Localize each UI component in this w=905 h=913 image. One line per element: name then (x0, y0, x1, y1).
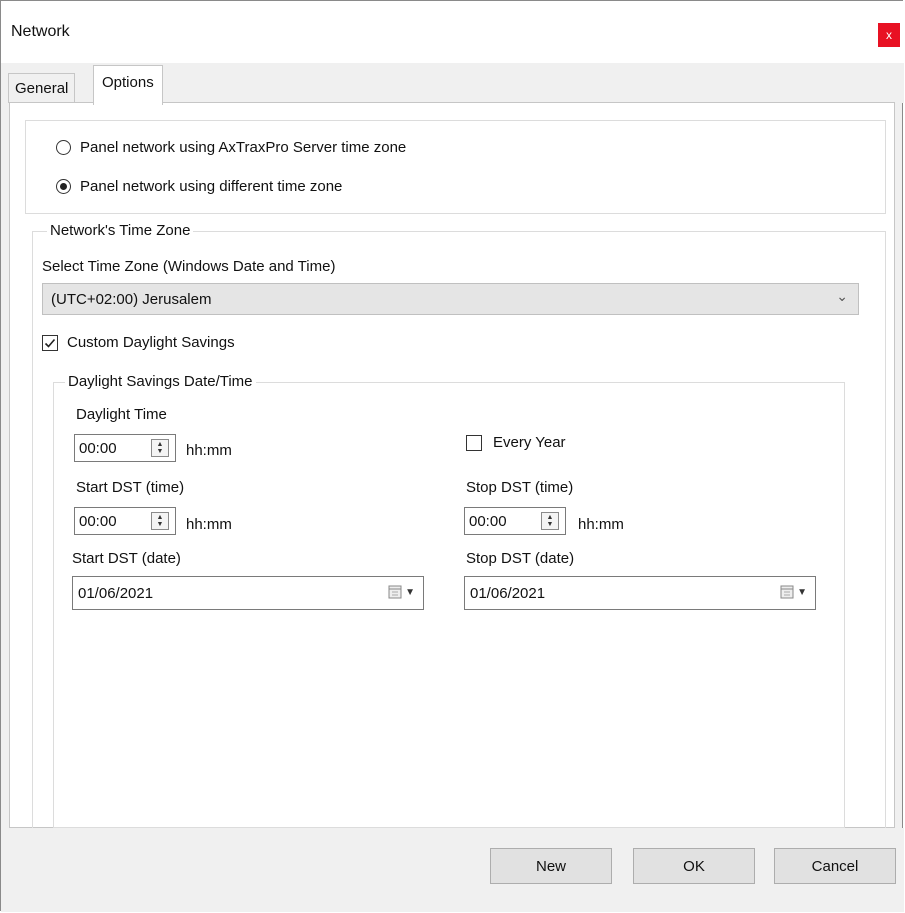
start-dst-date-label: Start DST (date) (72, 550, 181, 567)
daylight-time-value[interactable]: 00:00 (75, 440, 151, 457)
daylight-savings-group-title: Daylight Savings Date/Time (65, 373, 256, 391)
spinner-arrows-icon[interactable]: ▲ ▼ (541, 512, 559, 530)
window-title: Network (11, 23, 70, 40)
every-year-label: Every Year (493, 434, 566, 451)
start-dst-date-picker[interactable]: 01/06/2021 ▼ (72, 576, 424, 610)
stop-dst-time-value[interactable]: 00:00 (465, 513, 541, 530)
chevron-down-icon[interactable]: ⌄ (836, 288, 848, 305)
tab-options[interactable]: Options (93, 65, 163, 105)
dialog-footer: New OK Cancel (1, 828, 904, 912)
ok-button[interactable]: OK (633, 848, 755, 884)
daylight-time-unit: hh:mm (186, 442, 232, 459)
radio-server-time-zone[interactable] (56, 139, 71, 155)
start-dst-time-unit: hh:mm (186, 516, 232, 533)
title-bar[interactable]: Network x (1, 1, 904, 63)
stop-dst-date-label: Stop DST (date) (466, 550, 575, 567)
stop-dst-time-label: Stop DST (time) (466, 479, 574, 496)
time-zone-mode-group: Panel network using AxTraxPro Server tim… (25, 120, 886, 214)
new-button[interactable]: New (490, 848, 612, 884)
stop-dst-date-value[interactable]: 01/06/2021 (465, 585, 815, 602)
custom-daylight-savings-checkbox[interactable] (42, 335, 58, 351)
radio-different-time-zone-label: Panel network using different time zone (80, 177, 343, 195)
radio-different-time-zone[interactable] (56, 178, 71, 194)
daylight-time-label: Daylight Time (76, 406, 167, 423)
radio-server-time-zone-label: Panel network using AxTraxPro Server tim… (80, 138, 407, 156)
custom-daylight-savings-label: Custom Daylight Savings (67, 334, 235, 351)
calendar-dropdown-icon[interactable]: ▼ (780, 584, 807, 600)
start-dst-date-value[interactable]: 01/06/2021 (73, 585, 423, 602)
time-zone-select-value: (UTC+02:00) Jerusalem (51, 290, 212, 308)
radio-server-time-zone-row[interactable]: Panel network using AxTraxPro Server tim… (56, 135, 406, 159)
daylight-savings-group: Daylight Savings Date/Time Daylight Time… (53, 373, 845, 828)
select-time-zone-label: Select Time Zone (Windows Date and Time) (42, 258, 336, 275)
start-dst-time-spinner[interactable]: 00:00 ▲ ▼ (74, 507, 176, 535)
time-zone-select[interactable]: (UTC+02:00) Jerusalem ⌄ (42, 283, 859, 315)
close-icon[interactable]: x (878, 23, 900, 47)
every-year-checkbox[interactable] (466, 435, 482, 451)
cancel-button[interactable]: Cancel (774, 848, 896, 884)
calendar-dropdown-icon[interactable]: ▼ (388, 584, 415, 600)
spinner-arrows-icon[interactable]: ▲ ▼ (151, 512, 169, 530)
start-dst-time-label: Start DST (time) (76, 479, 185, 496)
options-tab-panel: Panel network using AxTraxPro Server tim… (9, 102, 895, 831)
network-time-zone-group: Network's Time Zone Select Time Zone (Wi… (32, 222, 886, 831)
network-time-zone-group-title: Network's Time Zone (47, 222, 194, 240)
daylight-time-spinner[interactable]: 00:00 ▲ ▼ (74, 434, 176, 462)
spinner-arrows-icon[interactable]: ▲ ▼ (151, 439, 169, 457)
tab-general[interactable]: General (8, 73, 76, 103)
start-dst-time-value[interactable]: 00:00 (75, 513, 151, 530)
stop-dst-date-picker[interactable]: 01/06/2021 ▼ (464, 576, 816, 610)
network-dialog: Network x General Options Panel network … (0, 0, 904, 912)
stop-dst-time-spinner[interactable]: 00:00 ▲ ▼ (464, 507, 566, 535)
stop-dst-time-unit: hh:mm (578, 516, 624, 533)
radio-different-time-zone-row[interactable]: Panel network using different time zone (56, 174, 342, 198)
tab-strip: General Options (1, 63, 904, 105)
